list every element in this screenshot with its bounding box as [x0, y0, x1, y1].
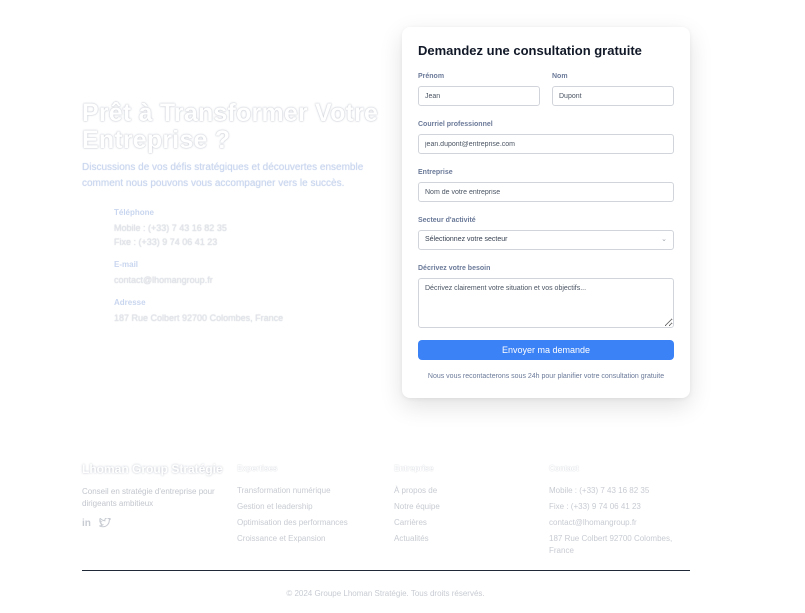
footer-link[interactable]: Carrières: [394, 515, 440, 531]
need-label: Décrivez votre besoin: [418, 265, 491, 272]
sector-label: Secteur d'activité: [418, 217, 476, 224]
form-title: Demandez une consultation gratuite: [418, 43, 642, 58]
form-note: Nous vous recontacterons sous 24h pour p…: [427, 373, 665, 380]
sector-select-value: Sélectionnez votre secteur: [425, 236, 508, 243]
footer-social: in: [82, 517, 111, 531]
footer-contact-item: Fixe : (+33) 9 74 06 41 23: [549, 502, 641, 511]
prenom-label: Prénom: [418, 73, 445, 80]
phone-mobile: Mobile : (+33) 7 43 16 82 35: [114, 223, 227, 233]
footer-tagline: Conseil en stratégie d'entreprise pour d…: [82, 487, 215, 508]
prenom-input[interactable]: [418, 86, 540, 106]
company-input[interactable]: [418, 182, 674, 202]
phone-label: Téléphone: [114, 208, 155, 217]
phone-block: Téléphone Mobile : (+33) 7 43 16 82 35 F…: [114, 208, 227, 249]
footer-link[interactable]: À propos de: [394, 483, 440, 499]
footer-col-heading: Expertises: [237, 464, 278, 473]
chevron-down-icon: ⌄: [661, 236, 667, 243]
email-label: Courriel professionnel: [418, 121, 493, 128]
phone-fixe: Fixe : (+33) 9 74 06 41 23: [114, 237, 218, 247]
linkedin-icon[interactable]: in: [82, 518, 91, 531]
footer-col-heading: Entreprise: [394, 464, 434, 473]
sector-select[interactable]: Sélectionnez votre secteur ⌄: [418, 230, 674, 250]
footer-brand: Lhoman Group Stratégie: [82, 462, 223, 476]
submit-button[interactable]: Envoyer ma demande: [418, 340, 674, 360]
footer-col-expertises: Expertises Transformation numérique Gest…: [237, 464, 348, 547]
address-value: 187 Rue Colbert 92700 Colombes, France: [114, 313, 284, 323]
footer-contact-item: 187 Rue Colbert 92700 Colombes, France: [549, 534, 673, 555]
hero-section: Prêt à Transformer Votre Entreprise ? Di…: [82, 100, 382, 192]
email-block: E-mail contact@lhomangroup.fr: [114, 260, 213, 287]
email-link[interactable]: contact@lhomangroup.fr: [114, 273, 213, 287]
company-label: Entreprise: [418, 169, 453, 176]
footer-contact-item[interactable]: contact@lhomangroup.fr: [549, 515, 689, 531]
hero-subtitle: Discussions de vos défis stratégiques et…: [82, 162, 364, 189]
footer-col-contact: Contact Mobile : (+33) 7 43 16 82 35 Fix…: [549, 464, 689, 557]
copyright: © 2024 Groupe Lhoman Stratégie. Tous dro…: [286, 589, 485, 598]
footer-link[interactable]: Actualités: [394, 531, 440, 547]
twitter-icon[interactable]: [99, 517, 111, 531]
address-block: Adresse 187 Rue Colbert 92700 Colombes, …: [114, 298, 283, 325]
email-label: E-mail: [114, 260, 139, 269]
address-label: Adresse: [114, 298, 146, 307]
consultation-form-card: Demandez une consultation gratuite Préno…: [402, 27, 690, 398]
footer-divider: [82, 570, 690, 571]
need-textarea[interactable]: [418, 278, 674, 328]
footer-contact-item: Mobile : (+33) 7 43 16 82 35: [549, 486, 650, 495]
footer-link[interactable]: Optimisation des performances: [237, 515, 348, 531]
footer-link[interactable]: Croissance et Expansion: [237, 531, 348, 547]
nom-input[interactable]: [552, 86, 674, 106]
footer-link[interactable]: Transformation numérique: [237, 483, 348, 499]
email-input[interactable]: [418, 134, 674, 154]
footer-link[interactable]: Notre équipe: [394, 499, 440, 515]
footer-link[interactable]: Gestion et leadership: [237, 499, 348, 515]
footer-col-entreprise: Entreprise À propos de Notre équipe Carr…: [394, 464, 440, 547]
footer-col-heading: Contact: [549, 464, 579, 473]
nom-label: Nom: [552, 73, 568, 80]
hero-title: Prêt à Transformer Votre Entreprise ?: [82, 99, 379, 154]
